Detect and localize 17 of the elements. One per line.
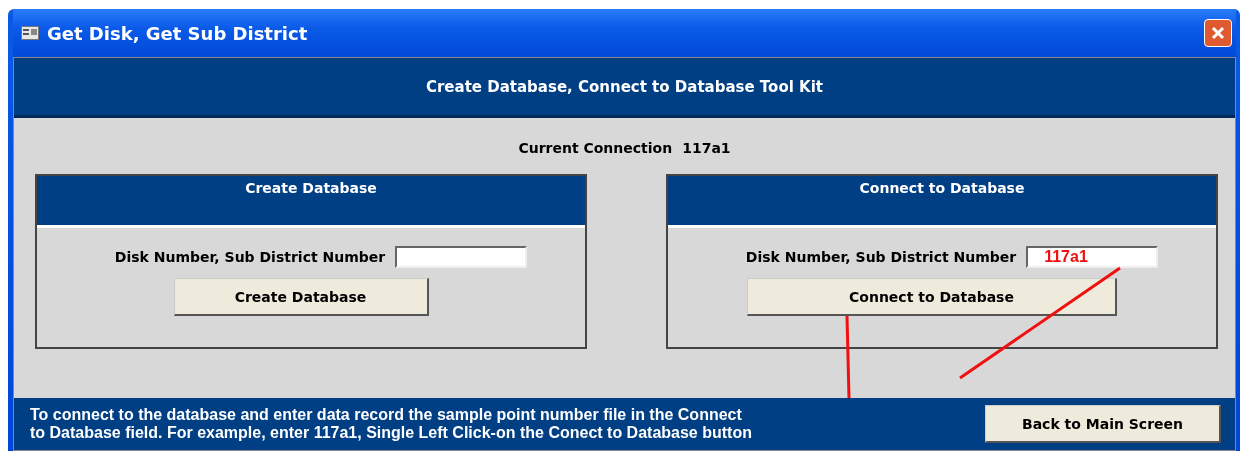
field-label: Disk Number, Sub District Number bbox=[745, 249, 1017, 265]
action-button[interactable]: Create Database bbox=[173, 278, 429, 316]
close-button[interactable] bbox=[1204, 19, 1232, 47]
panel-title: Connect to Database bbox=[859, 180, 1025, 198]
panel-title: Create Database bbox=[245, 180, 377, 198]
connection-label: Current Connection bbox=[518, 140, 673, 156]
back-button[interactable]: Back to Main Screen bbox=[985, 405, 1221, 443]
input-field[interactable]: 117a1 bbox=[1026, 246, 1159, 268]
input-field[interactable] bbox=[395, 246, 528, 268]
close-icon bbox=[1210, 25, 1226, 41]
header-title: Create Database, Connect to Database Tool Kit bbox=[425, 77, 823, 96]
action-button[interactable]: Connect to Database bbox=[747, 278, 1117, 316]
instruction-text: To connect to the database and enter data record the sample point number file in the Connect to Database field. For example, enter 117a1, Single Left Click-on the Conect to Database button bbox=[30, 406, 752, 442]
connection-value: 117a1 bbox=[682, 140, 731, 156]
field-label: Disk Number, Sub District Number bbox=[114, 249, 386, 265]
form-icon bbox=[21, 26, 39, 40]
window-title: Get Disk, Get Sub District bbox=[47, 22, 309, 44]
